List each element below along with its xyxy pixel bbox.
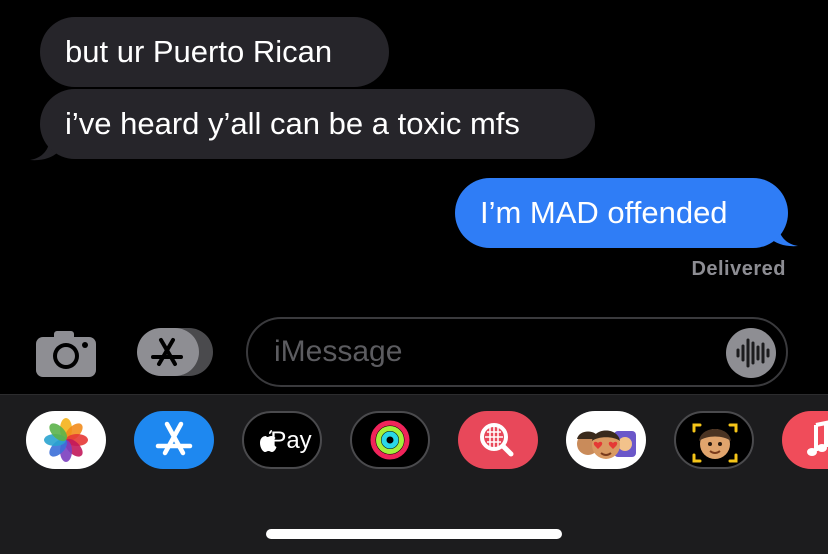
activity-rings-icon	[370, 420, 410, 460]
music-note-icon	[807, 420, 828, 456]
delivery-status: Delivered	[691, 258, 786, 280]
app-app-store[interactable]	[134, 411, 214, 469]
apple-pay-label: Pay	[270, 427, 312, 454]
sent-message-bubble[interactable]: I’m MAD offended	[455, 178, 788, 248]
memoji-stickers-icon	[577, 430, 636, 459]
app-store-icon	[137, 328, 213, 376]
imessage-placeholder: iMessage	[274, 335, 403, 368]
photos-icon	[44, 418, 88, 462]
camera-button[interactable]	[35, 329, 97, 377]
app-activity[interactable]	[350, 411, 430, 469]
message-text: i’ve heard y’all can be a toxic mfs	[65, 106, 520, 141]
app-memoji[interactable]	[674, 411, 754, 469]
audio-waveform-icon	[736, 338, 770, 368]
audio-message-button[interactable]	[726, 328, 776, 378]
app-store-icon	[155, 421, 193, 456]
app-store-drawer-button[interactable]	[137, 327, 215, 377]
message-text: I’m MAD offended	[480, 195, 728, 230]
app-apple-pay[interactable]: Pay	[242, 411, 322, 469]
app-images[interactable]	[458, 411, 538, 469]
app-photos[interactable]	[26, 411, 106, 469]
app-drawer: Pay	[0, 394, 828, 554]
app-memoji-stickers[interactable]	[566, 411, 646, 469]
home-indicator[interactable]	[266, 529, 562, 539]
received-message-bubble[interactable]: but ur Puerto Rican	[40, 17, 389, 87]
memoji-icon	[692, 423, 738, 463]
received-message-bubble[interactable]: i’ve heard y’all can be a toxic mfs	[40, 89, 595, 159]
camera-icon	[36, 331, 96, 377]
image-search-icon	[480, 423, 514, 457]
message-text: but ur Puerto Rican	[65, 34, 333, 69]
imessage-input[interactable]: iMessage	[246, 317, 788, 387]
app-music[interactable]	[782, 411, 828, 469]
